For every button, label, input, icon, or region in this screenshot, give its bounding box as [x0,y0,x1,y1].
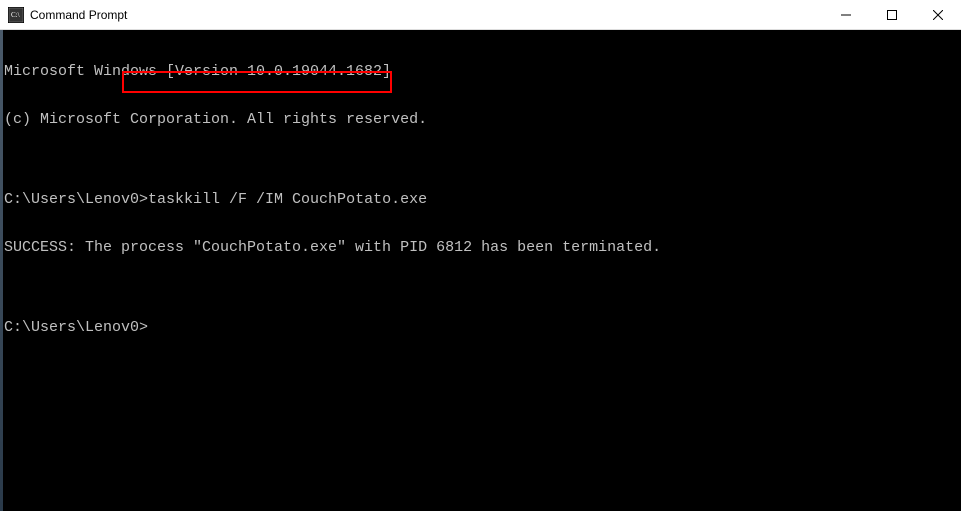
left-window-edge [0,30,3,511]
command-line-1: C:\Users\Lenov0>taskkill /F /IM CouchPot… [4,192,957,208]
close-button[interactable] [915,0,961,29]
cmd-icon: C:\ [8,7,24,23]
copyright-line: (c) Microsoft Corporation. All rights re… [4,112,957,128]
command-prompt-window: C:\ Command Prompt Microsoft Windows [Ve… [0,0,961,511]
command-line-2[interactable]: C:\Users\Lenov0> [4,320,957,336]
window-title: Command Prompt [30,8,823,22]
titlebar[interactable]: C:\ Command Prompt [0,0,961,30]
maximize-button[interactable] [869,0,915,29]
svg-text:C:\: C:\ [11,11,20,19]
prompt-prefix: C:\Users\Lenov0> [4,191,148,208]
prompt-prefix-2: C:\Users\Lenov0> [4,319,148,336]
version-line: Microsoft Windows [Version 10.0.19044.16… [4,64,957,80]
success-line: SUCCESS: The process "CouchPotato.exe" w… [4,240,957,256]
window-controls [823,0,961,29]
terminal-area[interactable]: Microsoft Windows [Version 10.0.19044.16… [0,30,961,511]
command-text: taskkill /F /IM CouchPotato.exe [148,191,427,208]
minimize-button[interactable] [823,0,869,29]
